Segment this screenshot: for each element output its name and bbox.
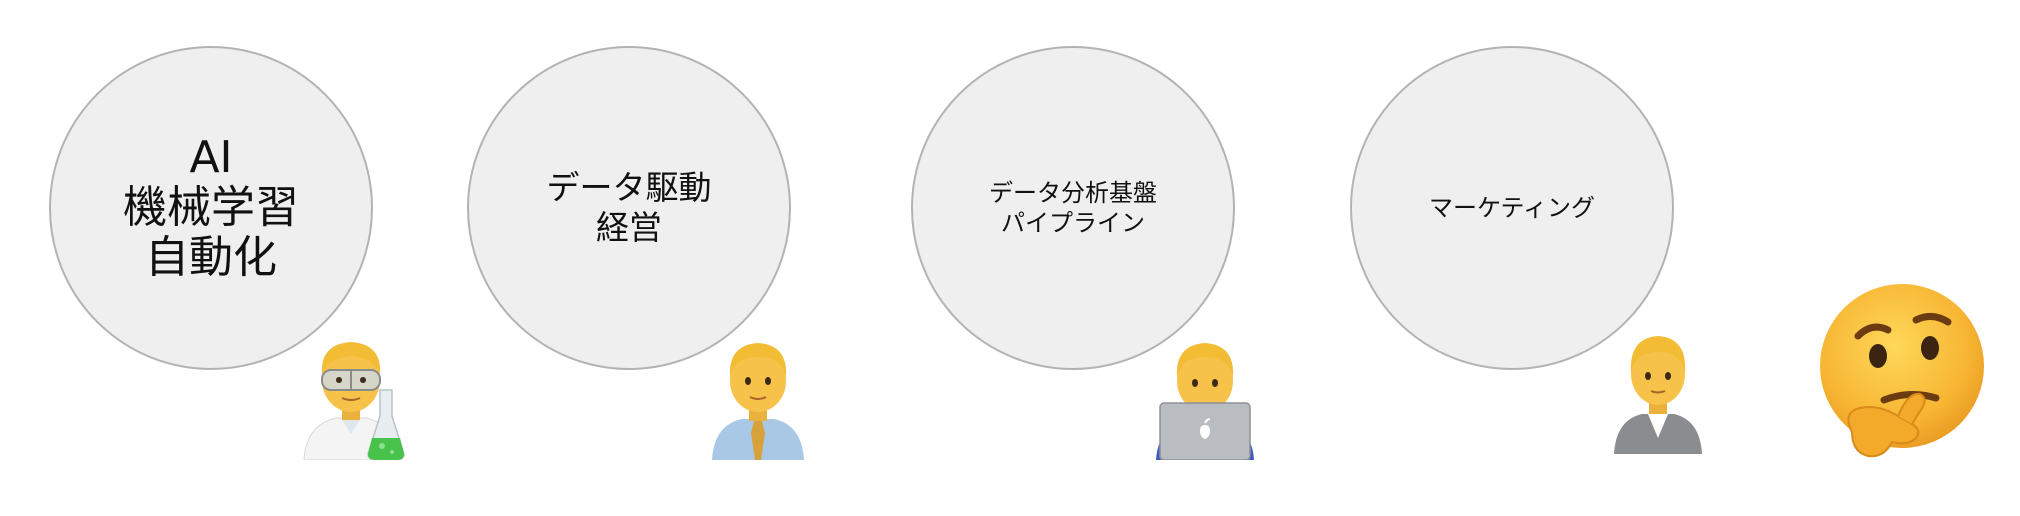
thinking-face-icon xyxy=(1820,284,1984,458)
circle-label-line: マーケティング xyxy=(1428,194,1596,222)
circle-label-line: 自動化 xyxy=(145,232,277,283)
office-worker-icon xyxy=(1614,336,1702,454)
businessman-icon xyxy=(712,343,804,460)
circle-ai: AI 機械学習 自動化 xyxy=(49,46,373,370)
circle-label-line: 機械学習 xyxy=(123,182,299,233)
circle-marketing: マーケティング xyxy=(1350,46,1674,370)
diagram-canvas: AI 機械学習 自動化 データ駆動 経営 データ分析基盤 パイプライン マーケテ… xyxy=(0,0,2020,516)
technologist-icon xyxy=(1156,343,1254,460)
circle-data-platform: データ分析基盤 パイプライン xyxy=(911,46,1235,370)
circle-label-line: パイプライン xyxy=(1001,209,1145,237)
circle-label-line: 経営 xyxy=(596,208,662,247)
circle-label-line: データ分析基盤 xyxy=(989,179,1157,207)
circle-data-driven: データ駆動 経営 xyxy=(467,46,791,370)
circle-label-line: AI xyxy=(189,132,233,183)
scientist-icon xyxy=(303,342,405,460)
circle-label-line: データ駆動 xyxy=(546,168,712,207)
